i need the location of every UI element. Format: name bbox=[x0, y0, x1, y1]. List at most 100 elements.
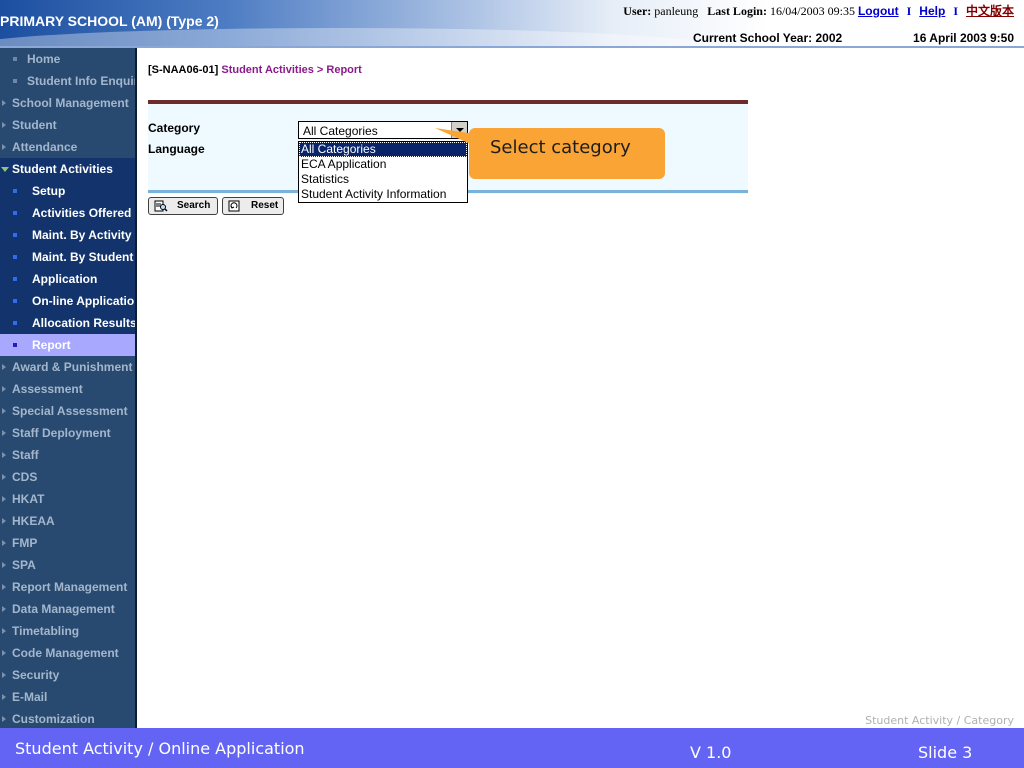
sidebar-item-staff-deployment[interactable]: Staff Deployment bbox=[0, 422, 135, 444]
category-option-eca-application[interactable]: ECA Application bbox=[299, 157, 467, 172]
sidebar-item-report-management[interactable]: Report Management bbox=[0, 576, 135, 598]
category-selected-value: All Categories bbox=[303, 124, 378, 138]
language-label: Language bbox=[148, 142, 205, 156]
sidebar-item-label: Report Management bbox=[12, 580, 128, 594]
logout-link[interactable]: Logout bbox=[858, 4, 899, 18]
breadcrumb: [S-NAA06-01] Student Activities > Report bbox=[148, 64, 362, 76]
sidebar-item-label: HKAT bbox=[12, 492, 45, 506]
expand-arrow-icon bbox=[2, 430, 6, 436]
breadcrumb-page: Report bbox=[326, 64, 362, 76]
search-button-label: Search bbox=[177, 200, 211, 211]
sidebar-item-maint-by-activity[interactable]: Maint. By Activity bbox=[0, 224, 135, 246]
sidebar-item-school-management[interactable]: School Management bbox=[0, 92, 135, 114]
sidebar-item-label: Maint. By Student bbox=[32, 250, 134, 264]
sidebar-item-special-assessment[interactable]: Special Assessment bbox=[0, 400, 135, 422]
expand-arrow-icon bbox=[2, 408, 6, 414]
sidebar-item-fmp[interactable]: FMP bbox=[0, 532, 135, 554]
sidebar-item-student-info-enquiry[interactable]: Student Info Enquiry bbox=[0, 70, 135, 92]
chinese-version-link[interactable]: 中文版本 bbox=[966, 4, 1014, 18]
current-school-year: Current School Year: 2002 bbox=[693, 31, 843, 45]
header-divider bbox=[0, 46, 1024, 48]
sidebar-item-allocation-results[interactable]: Allocation Results bbox=[0, 312, 135, 334]
reset-button-label: Reset bbox=[251, 200, 279, 211]
expand-arrow-icon bbox=[2, 694, 6, 700]
sidebar-item-setup[interactable]: Setup bbox=[0, 180, 135, 202]
sidebar-item-timetabling[interactable]: Timetabling bbox=[0, 620, 135, 642]
user-info-bar: User: panleung Last Login: 16/04/2003 09… bbox=[623, 2, 1014, 19]
expand-arrow-icon bbox=[2, 584, 6, 590]
header-separator: I bbox=[906, 4, 912, 18]
sidebar-item-maint-by-student[interactable]: Maint. By Student bbox=[0, 246, 135, 268]
search-button[interactable]: Search bbox=[148, 197, 218, 215]
user-name: panleung bbox=[654, 4, 699, 18]
sidebar-item-staff[interactable]: Staff bbox=[0, 444, 135, 466]
bullet-icon bbox=[13, 233, 17, 237]
help-link[interactable]: Help bbox=[919, 4, 945, 18]
sidebar-item-online-application[interactable]: On-line Application bbox=[0, 290, 135, 312]
expand-arrow-icon bbox=[2, 452, 6, 458]
footer-title: Student Activity / Online Application bbox=[15, 739, 305, 758]
sidebar-item-label: Student bbox=[12, 118, 57, 132]
breadcrumb-section: Student Activities bbox=[221, 64, 314, 76]
screen-code: [S-NAA06-01] bbox=[148, 64, 219, 76]
sidebar-item-home[interactable]: Home bbox=[0, 48, 135, 70]
sidebar-item-student[interactable]: Student bbox=[0, 114, 135, 136]
sidebar-item-award-punishment[interactable]: Award & Punishment bbox=[0, 356, 135, 378]
sidebar-item-label: Staff Deployment bbox=[12, 426, 111, 440]
bullet-icon bbox=[13, 79, 17, 83]
expanded-arrow-icon bbox=[1, 167, 9, 172]
sidebar-item-label: Data Management bbox=[12, 602, 115, 616]
sidebar-item-hkeaa[interactable]: HKEAA bbox=[0, 510, 135, 532]
sidebar-item-cds[interactable]: CDS bbox=[0, 466, 135, 488]
sidebar-item-report[interactable]: Report bbox=[0, 334, 135, 356]
sidebar-item-assessment[interactable]: Assessment bbox=[0, 378, 135, 400]
user-label: User: bbox=[623, 4, 652, 18]
sidebar-item-spa[interactable]: SPA bbox=[0, 554, 135, 576]
sidebar-item-label: Award & Punishment bbox=[12, 360, 133, 374]
sidebar-item-label: On-line Application bbox=[32, 294, 135, 308]
bullet-icon bbox=[13, 255, 17, 259]
slide-caption: Student Activity / Category bbox=[865, 714, 1014, 727]
reset-button[interactable]: Reset bbox=[222, 197, 284, 215]
sidebar-item-label: E-Mail bbox=[12, 690, 48, 704]
presentation-footer: Student Activity / Online Application V … bbox=[0, 728, 1024, 768]
form-top-border bbox=[148, 100, 748, 104]
sidebar-item-code-management[interactable]: Code Management bbox=[0, 642, 135, 664]
expand-arrow-icon bbox=[2, 606, 6, 612]
sidebar-item-label: Application bbox=[32, 272, 98, 286]
sidebar-border bbox=[135, 48, 137, 728]
sidebar-item-label: Maint. By Activity bbox=[32, 228, 132, 242]
sidebar-item-data-management[interactable]: Data Management bbox=[0, 598, 135, 620]
sidebar-item-label: SPA bbox=[12, 558, 36, 572]
last-login-label: Last Login: bbox=[707, 4, 767, 18]
bullet-icon bbox=[13, 299, 17, 303]
sidebar-item-customization[interactable]: Customization bbox=[0, 708, 135, 728]
school-title: PRIMARY SCHOOL (AM) (Type 2) bbox=[0, 13, 219, 29]
bullet-icon bbox=[13, 57, 17, 61]
bullet-icon bbox=[13, 277, 17, 281]
expand-arrow-icon bbox=[2, 650, 6, 656]
expand-arrow-icon bbox=[2, 496, 6, 502]
sidebar-item-label: Setup bbox=[32, 184, 66, 198]
bullet-icon bbox=[13, 343, 17, 347]
sidebar-item-activities-offered[interactable]: Activities Offered bbox=[0, 202, 135, 224]
expand-arrow-icon bbox=[2, 518, 6, 524]
sidebar-item-label: Timetabling bbox=[12, 624, 80, 638]
sidebar-item-student-activities[interactable]: Student Activities bbox=[0, 158, 135, 180]
header-separator: I bbox=[953, 4, 958, 18]
category-option-statistics[interactable]: Statistics bbox=[299, 172, 467, 187]
sidebar-item-label: Home bbox=[27, 52, 61, 66]
bullet-icon bbox=[13, 189, 17, 193]
sidebar-item-label: FMP bbox=[12, 536, 38, 550]
sidebar-item-label: Allocation Results bbox=[32, 316, 135, 330]
sidebar-item-e-mail[interactable]: E-Mail bbox=[0, 686, 135, 708]
sidebar-item-hkat[interactable]: HKAT bbox=[0, 488, 135, 510]
category-option-student-activity-information[interactable]: Student Activity Information bbox=[299, 187, 467, 202]
sidebar-item-application[interactable]: Application bbox=[0, 268, 135, 290]
sidebar-item-attendance[interactable]: Attendance bbox=[0, 136, 135, 158]
expand-arrow-icon bbox=[2, 628, 6, 634]
sidebar-item-label: School Management bbox=[12, 96, 129, 110]
sidebar-item-security[interactable]: Security bbox=[0, 664, 135, 686]
category-label: Category bbox=[148, 121, 201, 135]
expand-arrow-icon bbox=[2, 144, 6, 150]
